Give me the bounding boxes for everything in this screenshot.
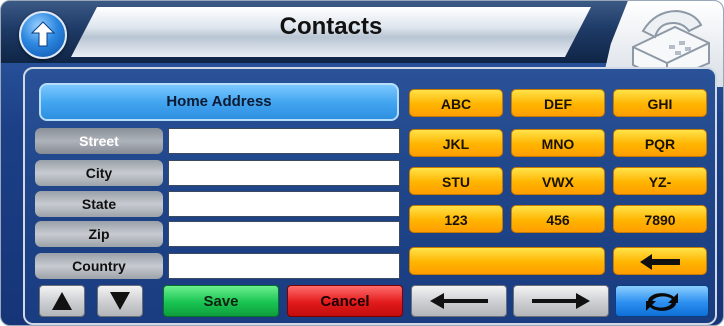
key-stu[interactable]: STU [409,167,503,195]
street-input[interactable] [168,128,400,154]
scroll-down-button[interactable] [97,285,143,317]
key-def[interactable]: DEF [511,89,605,117]
key-yz-dash[interactable]: YZ- [613,167,707,195]
key-pqr[interactable]: PQR [613,129,707,157]
cursor-left-button[interactable] [411,285,507,317]
section-title-home-address: Home Address [39,83,399,121]
backspace-arrow-icon [640,254,680,270]
triangle-down-icon [110,292,130,310]
save-button[interactable]: Save [163,285,279,317]
key-mno[interactable]: MNO [511,129,605,157]
refresh-button[interactable] [615,285,709,317]
triangle-up-icon [52,292,72,310]
key-abc[interactable]: ABC [409,89,503,117]
key-jkl[interactable]: JKL [409,129,503,157]
home-button[interactable] [19,11,67,59]
label-city: City [35,160,163,186]
arrow-up-icon [31,21,55,47]
city-input[interactable] [168,160,400,186]
arrow-left-icon [430,293,488,309]
key-ghi[interactable]: GHI [613,89,707,117]
arrow-right-icon [532,293,590,309]
label-country: Country [35,253,163,279]
scroll-up-button[interactable] [39,285,85,317]
key-123[interactable]: 123 [409,205,503,233]
app-window: Contacts Home Address Street City State … [0,0,724,326]
key-7890[interactable]: 7890 [613,205,707,233]
backspace-key[interactable] [613,247,707,275]
zip-input[interactable] [168,221,400,247]
label-street: Street [35,128,163,154]
refresh-icon [646,293,678,311]
address-panel: Home Address Street City State Zip Count… [23,67,717,325]
key-vwx[interactable]: VWX [511,167,605,195]
cancel-button[interactable]: Cancel [287,285,403,317]
space-key[interactable] [409,247,605,275]
state-input[interactable] [168,191,400,217]
page-title: Contacts [279,13,383,40]
label-state: State [35,191,163,217]
label-zip: Zip [35,221,163,247]
country-input[interactable] [168,253,400,279]
cursor-right-button[interactable] [513,285,609,317]
key-456[interactable]: 456 [511,205,605,233]
